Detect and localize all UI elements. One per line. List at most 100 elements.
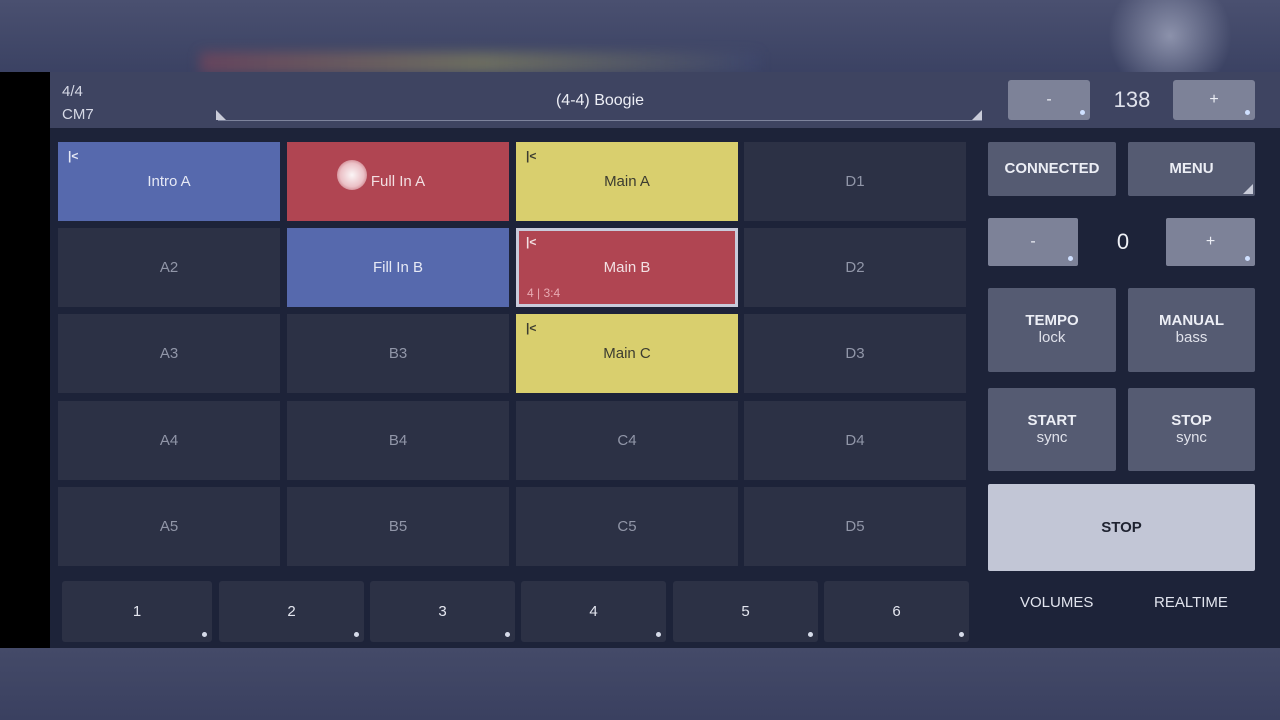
tempo-minus-label: - xyxy=(1046,91,1052,108)
tempo-lock-title: TEMPO xyxy=(1025,312,1079,329)
pad-d3[interactable]: D3 xyxy=(744,314,966,393)
connected-button[interactable]: CONNECTED xyxy=(988,142,1116,196)
corner-right-icon xyxy=(972,110,982,120)
variation-label: 4 xyxy=(589,603,598,620)
corner-dot-icon xyxy=(354,632,359,637)
bar-position: 4 | 3:4 xyxy=(527,286,561,300)
pad-d1[interactable]: D1 xyxy=(744,142,966,221)
pad-label: Main A xyxy=(604,173,650,190)
pad-main-a[interactable]: |< Main A xyxy=(516,142,738,221)
variation-button-1[interactable]: 1 xyxy=(62,581,212,642)
tempo-plus-button[interactable]: + xyxy=(1173,80,1255,120)
pad-label: A4 xyxy=(159,432,179,449)
pad-main-c[interactable]: |< Main C xyxy=(516,314,738,393)
variation-label: 5 xyxy=(741,603,750,620)
style-underline xyxy=(218,120,982,121)
stop-sync-button[interactable]: STOP sync xyxy=(1128,388,1255,471)
tempo-lock-subtitle: lock xyxy=(1038,329,1066,346)
manual-bass-button[interactable]: MANUAL bass xyxy=(1128,288,1255,372)
pad-label: B5 xyxy=(388,518,408,535)
tempo-plus-label: + xyxy=(1209,91,1219,108)
pad-b5[interactable]: B5 xyxy=(287,487,509,566)
pad-label: C5 xyxy=(617,518,637,535)
arranger-app: 4/4 CM7 (4-4) Boogie - 138 + |< Intro A Fu… xyxy=(50,72,1280,648)
pad-label: Intro A xyxy=(147,173,191,190)
chord-display: CM7 xyxy=(62,106,94,123)
pad-label: D4 xyxy=(845,432,865,449)
tempo-value: 138 xyxy=(1113,87,1151,112)
jump-start-icon: |< xyxy=(526,235,537,249)
corner-dot-icon xyxy=(959,632,964,637)
variation-button-6[interactable]: 6 xyxy=(824,581,969,642)
pad-label: Fill In B xyxy=(372,259,423,276)
variation-label: 6 xyxy=(892,603,901,620)
corner-triangle-icon xyxy=(1243,184,1253,194)
offset-value: 0 xyxy=(1116,229,1130,254)
realtime-link[interactable]: REALTIME xyxy=(1154,594,1228,611)
pad-label: C4 xyxy=(617,432,637,449)
touch-indicator-icon xyxy=(337,160,367,190)
variation-button-3[interactable]: 3 xyxy=(370,581,515,642)
pad-label: A2 xyxy=(159,259,179,276)
volumes-link[interactable]: VOLUMES xyxy=(1020,594,1093,611)
pad-label: D1 xyxy=(845,173,865,190)
pad-label: B3 xyxy=(388,345,408,362)
pad-full-in-a[interactable]: Full In A xyxy=(287,142,509,221)
pad-fill-in-b[interactable]: Fill In B xyxy=(287,228,509,307)
tempo-minus-button[interactable]: - xyxy=(1008,80,1090,120)
start-sync-subtitle: sync xyxy=(1036,429,1068,446)
pad-b4[interactable]: B4 xyxy=(287,401,509,480)
pad-d5[interactable]: D5 xyxy=(744,487,966,566)
pad-intro-a[interactable]: |< Intro A xyxy=(58,142,280,221)
pad-label: D2 xyxy=(845,259,865,276)
pad-b3[interactable]: B3 xyxy=(287,314,509,393)
stop-button[interactable]: STOP xyxy=(988,484,1255,571)
menu-label: MENU xyxy=(1169,160,1214,177)
meter-info: 4/4 CM7 xyxy=(62,80,94,126)
stop-sync-subtitle: sync xyxy=(1176,429,1207,446)
pad-c5[interactable]: C5 xyxy=(516,487,738,566)
style-selector[interactable]: (4-4) Boogie xyxy=(218,72,982,122)
corner-dot-icon xyxy=(505,632,510,637)
pad-a5[interactable]: A5 xyxy=(58,487,280,566)
pad-c4[interactable]: C4 xyxy=(516,401,738,480)
jump-start-icon: |< xyxy=(526,149,537,163)
manual-bass-title: MANUAL xyxy=(1159,312,1224,329)
pad-a2[interactable]: A2 xyxy=(58,228,280,307)
jump-start-icon: |< xyxy=(526,321,537,335)
offset-minus-button[interactable]: - xyxy=(988,218,1078,266)
pad-a3[interactable]: A3 xyxy=(58,314,280,393)
pad-label: A5 xyxy=(159,518,179,535)
offset-plus-button[interactable]: + xyxy=(1166,218,1255,266)
menu-button[interactable]: MENU xyxy=(1128,142,1255,196)
tempo-lock-button[interactable]: TEMPO lock xyxy=(988,288,1116,372)
pad-main-b[interactable]: |< Main B 4 | 3:4 xyxy=(516,228,738,307)
pad-d2[interactable]: D2 xyxy=(744,228,966,307)
corner-dot-icon xyxy=(1080,110,1085,115)
corner-dot-icon xyxy=(202,632,207,637)
pad-a4[interactable]: A4 xyxy=(58,401,280,480)
letterbox-bar xyxy=(0,72,50,648)
variation-label: 1 xyxy=(132,603,142,620)
variation-button-2[interactable]: 2 xyxy=(219,581,364,642)
variation-button-5[interactable]: 5 xyxy=(673,581,818,642)
header-bar: 4/4 CM7 (4-4) Boogie - 138 + xyxy=(50,72,1280,128)
offset-plus-label: + xyxy=(1205,233,1216,250)
corner-dot-icon xyxy=(1068,256,1073,261)
stop-sync-title: STOP xyxy=(1171,412,1212,429)
pad-label: A3 xyxy=(159,345,179,362)
pad-label: Full In A xyxy=(370,173,426,190)
start-sync-button[interactable]: START sync xyxy=(988,388,1116,471)
pad-d4[interactable]: D4 xyxy=(744,401,966,480)
corner-left-icon xyxy=(216,110,226,120)
corner-dot-icon xyxy=(656,632,661,637)
pad-label: Main B xyxy=(603,259,651,276)
variation-button-4[interactable]: 4 xyxy=(521,581,666,642)
time-signature: 4/4 xyxy=(62,83,83,100)
pad-label: Main C xyxy=(603,345,651,362)
corner-dot-icon xyxy=(808,632,813,637)
background-top xyxy=(0,0,1280,72)
pad-label: D3 xyxy=(845,345,865,362)
background-bottom xyxy=(0,648,1280,720)
manual-bass-subtitle: bass xyxy=(1175,329,1208,346)
